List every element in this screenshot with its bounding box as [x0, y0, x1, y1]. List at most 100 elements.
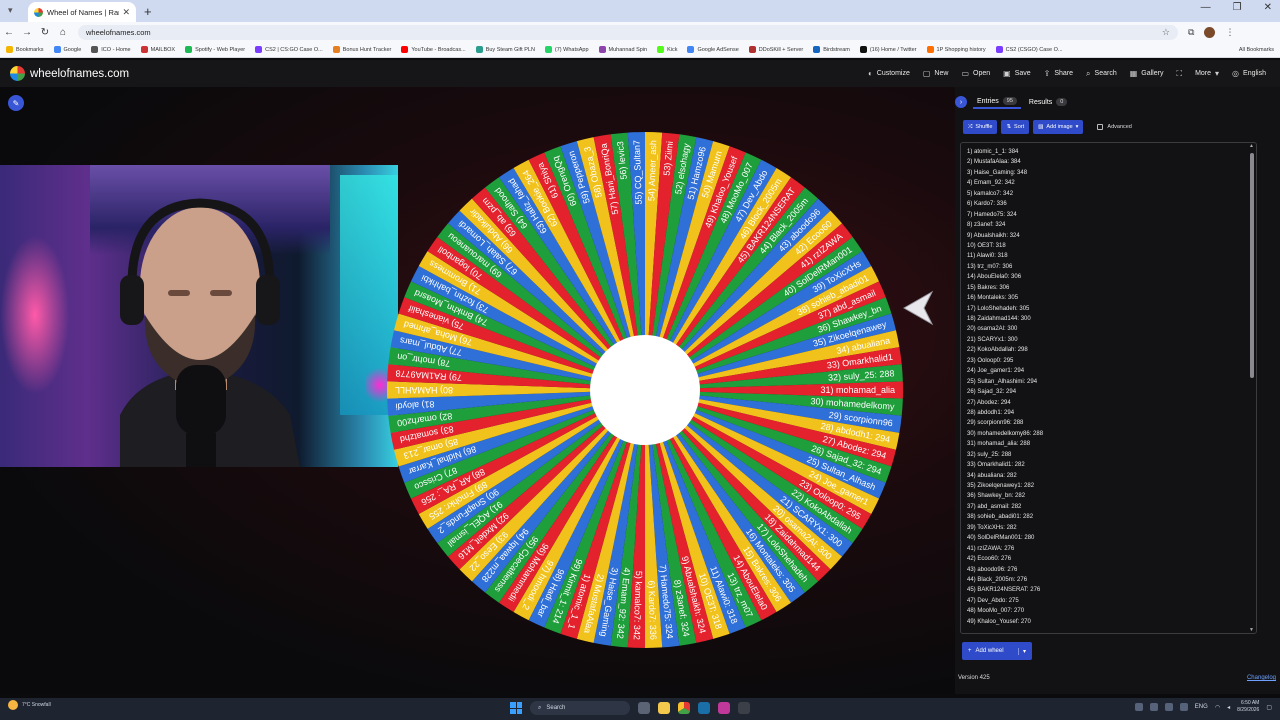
add-wheel-button[interactable]: + Add wheel ▾ [962, 642, 1032, 660]
tray-icon[interactable] [1149, 703, 1158, 711]
windows-start-icon[interactable] [510, 702, 522, 714]
task-view-icon[interactable] [638, 702, 650, 714]
weather-widget[interactable]: 7°C Snowfall [8, 700, 51, 710]
bookmark-favicon-icon [53, 46, 61, 53]
bookmark-favicon-icon [687, 46, 695, 53]
language-indicator[interactable]: ENG [1195, 704, 1208, 710]
bookmark-star-icon[interactable]: ☆ [1162, 27, 1170, 38]
collapse-panel-icon[interactable]: › [955, 96, 967, 108]
wifi-icon[interactable]: ◠ [1215, 704, 1220, 711]
entry-line: 45) BAKR124NSERAT: 276 [967, 587, 1041, 594]
customize-button[interactable]: ◐ Customize [868, 69, 910, 78]
gallery-icon: ▦ [1129, 69, 1138, 78]
fullscreen-button[interactable]: ⛶ [1176, 69, 1182, 79]
gallery-button[interactable]: ▦ Gallery [1130, 69, 1164, 78]
new-tab-icon[interactable]: + [144, 4, 152, 19]
new-button[interactable]: ▢ New [923, 69, 949, 78]
tab-search-icon[interactable]: ▾ [8, 5, 13, 16]
entry-line: 39) ToXicXHs: 282 [967, 524, 1017, 531]
bookmark-item[interactable]: Spotify - Web Player [185, 46, 245, 53]
bookmark-item[interactable]: (7) WhatsApp [544, 46, 589, 53]
bookmark-item[interactable]: DDoSKill + Server [748, 46, 803, 53]
file-explorer-icon[interactable] [658, 702, 670, 714]
bookmark-item[interactable]: Google [53, 46, 81, 53]
entry-line: 37) abd_asmail: 282 [967, 503, 1022, 510]
bookmark-item[interactable]: Google AdSense [687, 46, 739, 53]
forward-icon[interactable]: → [18, 27, 36, 38]
entries-count-badge: 95 [1002, 97, 1017, 105]
back-icon[interactable]: ← [0, 27, 18, 38]
url-field[interactable]: wheelofnames.com ☆ [78, 24, 1178, 40]
share-button[interactable]: ⇪ Share [1044, 69, 1073, 78]
notifications-icon[interactable]: ▢ [1266, 704, 1272, 711]
bookmark-item[interactable]: Kick [657, 46, 677, 53]
extension-icon[interactable]: ⧉ [1188, 27, 1194, 38]
bookmark-item[interactable]: MAILBOX [140, 46, 175, 53]
brand-logo[interactable]: wheelofnames.com [10, 66, 129, 81]
wheel-svg[interactable]: 31) mohamad_alia30) mohamedelkomy29) sco… [385, 122, 905, 658]
entries-toolbar: ⤮ Shuffle ⇅ Sort ▨ Add image ▾ Advanced [963, 120, 1132, 134]
wheel-slice-label: 80) HAMAHLL [395, 385, 453, 395]
tab-results-label: Results [1028, 98, 1053, 106]
bookmark-item[interactable]: Buy Steam Gift PLN [475, 46, 535, 53]
steam-icon[interactable] [698, 702, 710, 714]
open-button[interactable]: ▭ Open [961, 69, 990, 78]
search-icon: ⌕ [1086, 68, 1091, 78]
bookmark-item[interactable]: CS2 (CSGO) Case O... [995, 46, 1063, 53]
tray-icon[interactable] [1134, 703, 1143, 711]
browser-tab-wheel-of-names[interactable]: Wheel of Names | Random ✕ [28, 2, 136, 22]
entries-textarea[interactable]: 1) atomic_1_1: 384 2) MustafaAlaa: 384 3) … [960, 142, 1257, 634]
globe-icon: ◎ [1232, 69, 1240, 78]
restore-icon[interactable]: ❐ [1233, 2, 1242, 13]
scroll-up-icon[interactable]: ▲ [1249, 143, 1254, 149]
entries-scrollbar[interactable]: ▲ ▼ [1249, 143, 1255, 633]
bookmark-item[interactable]: (16) Home / Twitter [859, 46, 917, 53]
save-label: Save [1014, 70, 1031, 77]
bookmark-label: 1P Shopping history [936, 46, 986, 53]
wheel[interactable]: 31) mohamad_alia 30) mohamedelkomy 29) sco… [385, 122, 905, 658]
bookmark-item[interactable]: Muhannad Spin [598, 46, 647, 53]
tab-entries[interactable]: Entries 95 [973, 95, 1021, 109]
bookmark-item[interactable]: Bookmarks [6, 46, 44, 53]
reload-icon[interactable]: ↻ [36, 27, 54, 38]
obs-icon[interactable] [738, 702, 750, 714]
search-button[interactable]: ⌕ Search [1086, 69, 1117, 79]
search-icon: ⌕ [538, 704, 542, 711]
menu-icon[interactable]: ⋮ [1225, 27, 1234, 38]
scroll-down-icon[interactable]: ▼ [1249, 627, 1254, 633]
minimize-icon[interactable]: — [1201, 2, 1211, 13]
sort-button[interactable]: ⇅ Sort [1001, 120, 1030, 134]
bookmark-item[interactable]: YouTube - Broadcas... [401, 46, 466, 53]
save-button[interactable]: ▣ Save [1003, 69, 1031, 78]
tray-icon[interactable] [1179, 703, 1188, 711]
chevron-down-icon[interactable]: ▾ [1017, 647, 1026, 655]
bookmark-item[interactable]: CS2 | CS:GO Case O... [255, 46, 323, 53]
bookmark-item[interactable]: ICO - Home [91, 46, 131, 53]
tray-icon[interactable] [1164, 703, 1173, 711]
bookmark-item[interactable]: Birdstream [813, 46, 850, 53]
tab-close-icon[interactable]: ✕ [122, 7, 130, 18]
tab-results[interactable]: Results 0 [1025, 96, 1071, 108]
wheel-center-hub[interactable] [590, 335, 700, 445]
edit-pencil-button[interactable]: ✎ [8, 95, 24, 111]
bookmark-item[interactable]: 1P Shopping history [926, 46, 986, 53]
clock[interactable]: 6:50 AM 8/29/2026 [1237, 700, 1259, 714]
home-icon[interactable]: ⌂ [54, 27, 72, 38]
all-bookmarks-button[interactable]: All Bookmarks [1239, 47, 1280, 53]
bookmark-item[interactable]: Bonus Hunt Tracker [332, 46, 391, 53]
wheel-pointer-icon [902, 290, 934, 326]
window-close-icon[interactable]: ✕ [1264, 2, 1272, 13]
volume-icon[interactable]: ◂ [1227, 704, 1230, 711]
taskbar-search-input[interactable]: ⌕ Search [530, 701, 630, 715]
scrollbar-thumb[interactable] [1250, 153, 1254, 378]
changelog-link[interactable]: Changelog [1247, 675, 1276, 681]
chevron-down-icon: ▾ [1215, 69, 1220, 78]
add-image-button[interactable]: ▨ Add image ▾ [1033, 120, 1084, 134]
advanced-checkbox[interactable]: Advanced [1097, 124, 1132, 130]
chrome-icon[interactable] [678, 702, 690, 714]
shuffle-button[interactable]: ⤮ Shuffle [963, 120, 998, 134]
language-button[interactable]: ◎ English [1232, 69, 1266, 78]
profile-avatar[interactable] [1204, 26, 1216, 38]
more-button[interactable]: More ▾ [1195, 69, 1219, 78]
app-icon[interactable] [718, 702, 730, 714]
